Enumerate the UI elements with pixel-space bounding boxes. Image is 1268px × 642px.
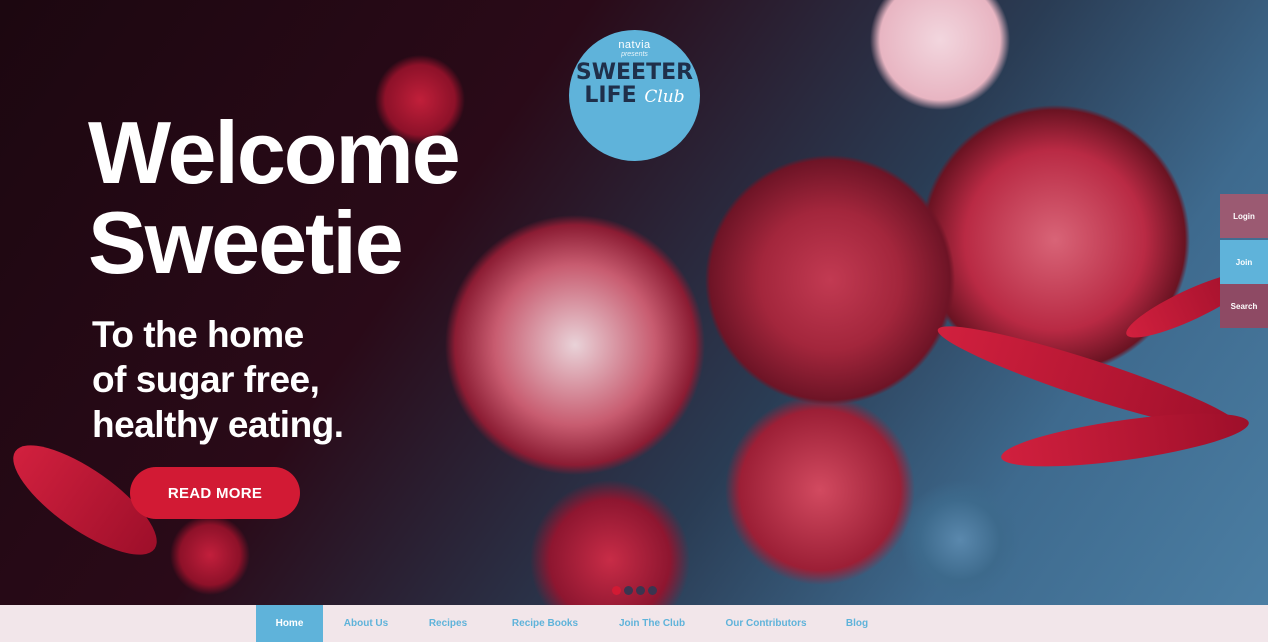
nav-item-home[interactable]: Home — [256, 605, 323, 642]
subline-2: of sugar free, — [92, 359, 320, 400]
nav-item-blog[interactable]: Blog — [838, 605, 876, 642]
headline-line2: Sweetie — [88, 193, 404, 292]
main-nav: Home About Us Recipes Recipe Books Join … — [0, 605, 1268, 642]
hero-headline: Welcome Sweetie — [88, 103, 461, 292]
nav-item-recipe-books[interactable]: Recipe Books — [503, 605, 587, 642]
logo-line2: LIFE Club — [569, 84, 700, 109]
logo-life: LIFE — [584, 83, 637, 108]
sweeter-life-club-logo[interactable]: natvia presents SWEETER LIFE Club — [569, 30, 700, 161]
hero-subheadline: To the home of sugar free, healthy eatin… — [92, 312, 344, 447]
search-tab[interactable]: Search — [1220, 284, 1268, 328]
hero-banner: natvia presents SWEETER LIFE Club Welcom… — [0, 0, 1268, 605]
slider-dot[interactable] — [612, 586, 621, 595]
join-tab[interactable]: Join — [1220, 240, 1268, 284]
slider-dot[interactable] — [648, 586, 657, 595]
chili-decoration — [998, 402, 1252, 478]
slider-dot[interactable] — [636, 586, 645, 595]
logo-line1: SWEETER — [575, 60, 694, 85]
nav-item-join-the-club[interactable]: Join The Club — [610, 605, 694, 642]
nav-item-recipes[interactable]: Recipes — [418, 605, 478, 642]
read-more-button[interactable]: READ MORE — [130, 467, 300, 519]
login-tab[interactable]: Login — [1220, 194, 1268, 238]
slider-dot[interactable] — [624, 586, 633, 595]
nav-item-about-us[interactable]: About Us — [333, 605, 399, 642]
subline-3: healthy eating. — [92, 404, 344, 445]
logo-brand: natvia — [618, 39, 651, 51]
slider-dots — [612, 586, 657, 595]
subline-1: To the home — [92, 314, 304, 355]
headline-line1: Welcome — [88, 103, 461, 202]
logo-presents: presents — [621, 51, 648, 58]
nav-item-our-contributors[interactable]: Our Contributors — [716, 605, 816, 642]
logo-club: Club — [644, 87, 685, 107]
